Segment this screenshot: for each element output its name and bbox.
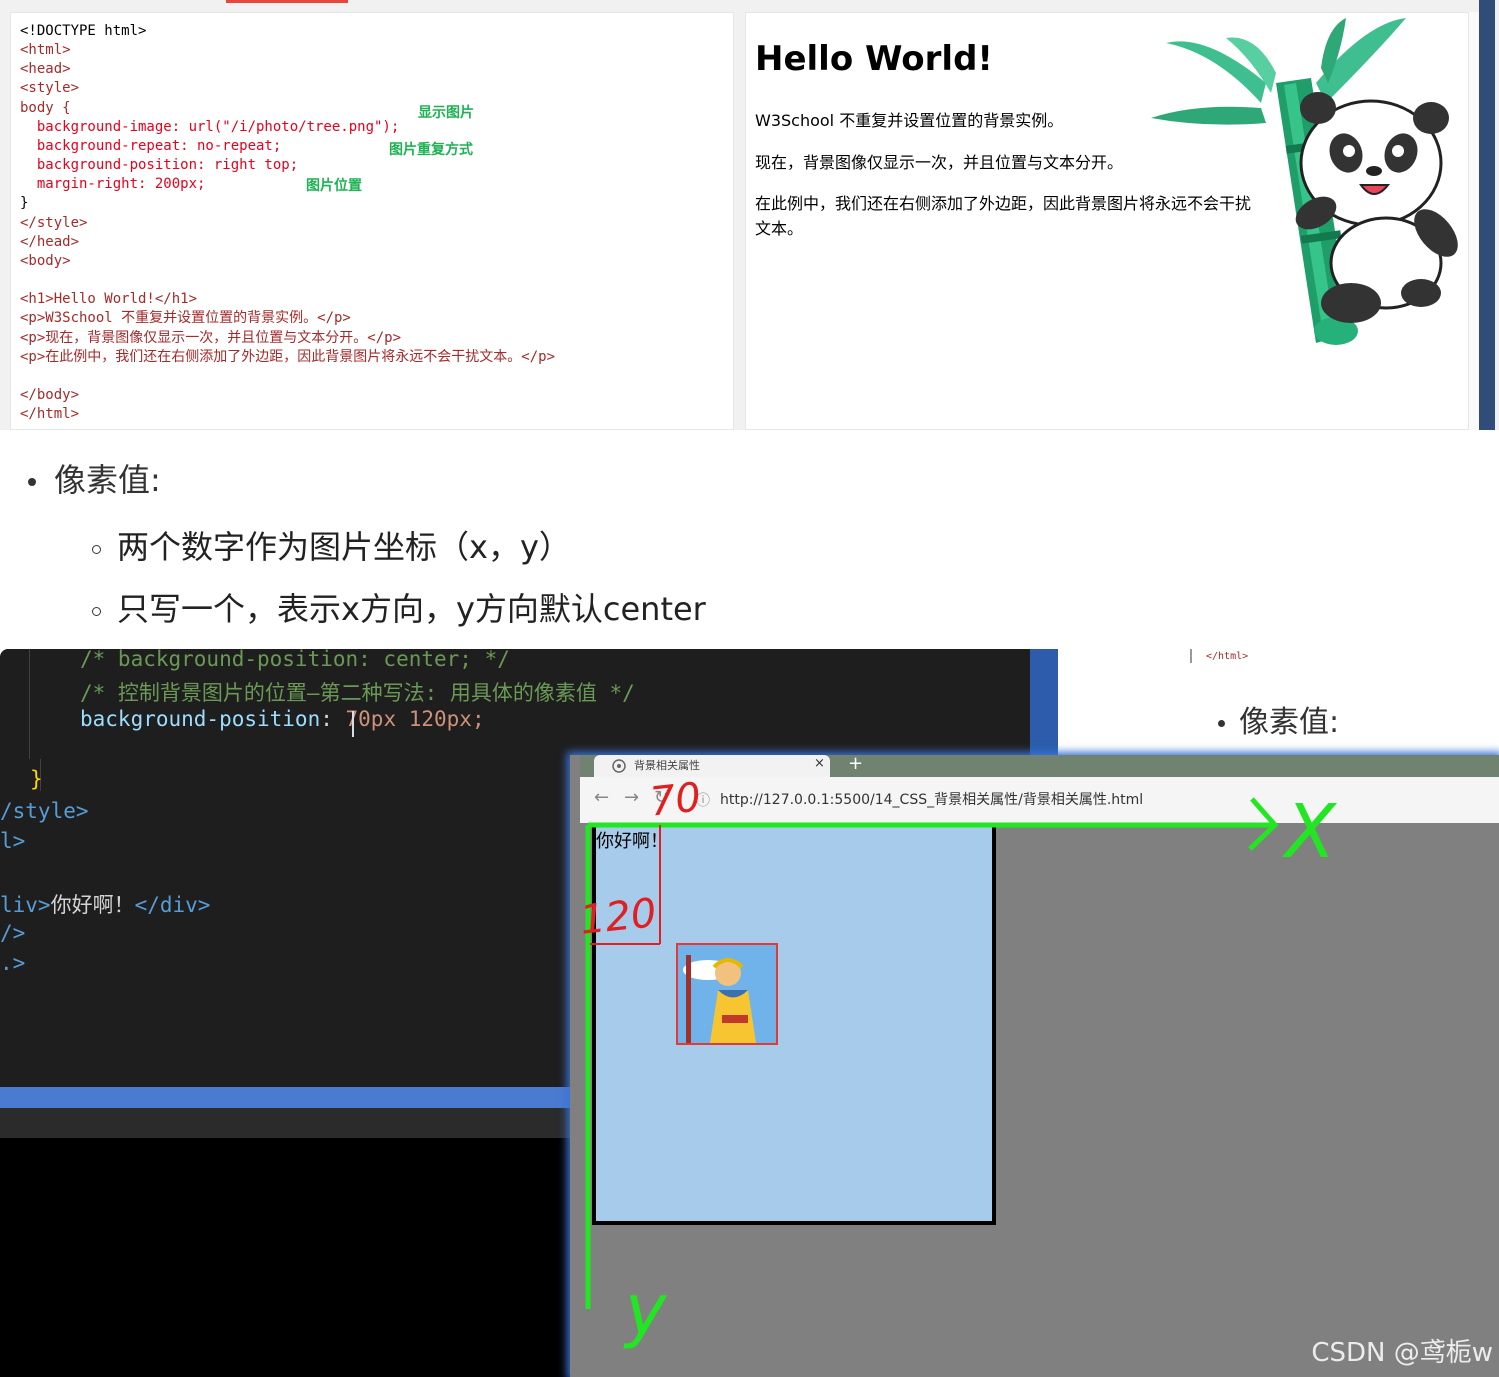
- code-line: background-position: right top;: [20, 157, 299, 174]
- bullet-dot-icon: [28, 478, 36, 486]
- code-line: <style>: [20, 80, 80, 97]
- code-line: background-image: url("/i/photo/tree.png…: [20, 118, 400, 135]
- active-tab-indicator: [226, 0, 348, 3]
- code-line: body {: [20, 99, 71, 116]
- code-line: <p>W3School 不重复并设置位置的背景实例。</p>: [20, 310, 351, 327]
- code-line: <p>在此例中，我们还在右侧添加了外边距，因此背景图片将永远不会干扰文本。</p…: [20, 348, 555, 365]
- annotation-repeat-mode: 图片重复方式: [389, 142, 473, 158]
- bullet-pixel-value: 像素值:: [28, 455, 161, 501]
- preview-pane: Hello World! W3School 不重复并设置位置的背景实例。 现在，…: [745, 12, 1469, 430]
- code-listing: <!DOCTYPE html> <html> <head> <style> bo…: [20, 22, 555, 424]
- code-editor-pane[interactable]: <!DOCTYPE html> <html> <head> <style> bo…: [10, 12, 734, 430]
- code-line: <p>现在，背景图像仅显示一次，并且位置与文本分开。</p>: [20, 329, 401, 346]
- code-line: <!DOCTYPE html>: [20, 23, 147, 39]
- code-line: background-repeat: no-repeat;: [20, 137, 282, 154]
- handwritten-x-axis-label: X: [1285, 789, 1336, 875]
- csdn-watermark: CSDN @鸢栀w: [1311, 1338, 1493, 1368]
- window-edge: [1479, 0, 1495, 430]
- handwritten-y-value: 120: [577, 890, 659, 944]
- circle-bullet-icon: [92, 606, 101, 616]
- code-line: <head>: [20, 61, 71, 78]
- code-line: <html>: [20, 42, 71, 59]
- code-line: </style>: [20, 214, 88, 231]
- handwritten-x-value: 70: [647, 774, 704, 826]
- handwriting-overlay: [585, 797, 1279, 1309]
- bullet-text: 像素值:: [54, 461, 161, 499]
- code-line: <body>: [20, 252, 71, 269]
- sub-bullet-text: 两个数字作为图片坐标（x，y）: [117, 528, 571, 566]
- sub-bullet-two-numbers: 两个数字作为图片坐标（x，y）: [92, 522, 571, 568]
- preview-heading: Hello World!: [755, 39, 993, 79]
- handwritten-y-axis-label: y: [625, 1269, 667, 1351]
- w3school-screenshot: <!DOCTYPE html> <html> <head> <style> bo…: [0, 0, 1499, 430]
- code-line: </body>: [20, 386, 80, 403]
- scroll-gutter: [1469, 12, 1479, 430]
- code-line: }: [20, 195, 29, 212]
- code-line: <h1>Hello World!</h1>: [20, 291, 198, 308]
- panda-bamboo-image: [1151, 18, 1458, 345]
- annotation-image-position: 图片位置: [306, 178, 362, 194]
- sub-bullet-text: 只写一个，表示x方向，y方向默认center: [117, 590, 706, 628]
- vscode-browser-screenshot: /* background-position: center; */ /* 控制…: [0, 649, 1499, 1377]
- code-line: </head>: [20, 233, 80, 250]
- annotation-show-image: 显示图片: [418, 105, 474, 121]
- code-line: margin-right: 200px;: [20, 176, 206, 193]
- sub-bullet-one-number: 只写一个，表示x方向，y方向默认center: [92, 584, 706, 630]
- code-line: </html>: [20, 406, 80, 423]
- circle-bullet-icon: [92, 544, 101, 554]
